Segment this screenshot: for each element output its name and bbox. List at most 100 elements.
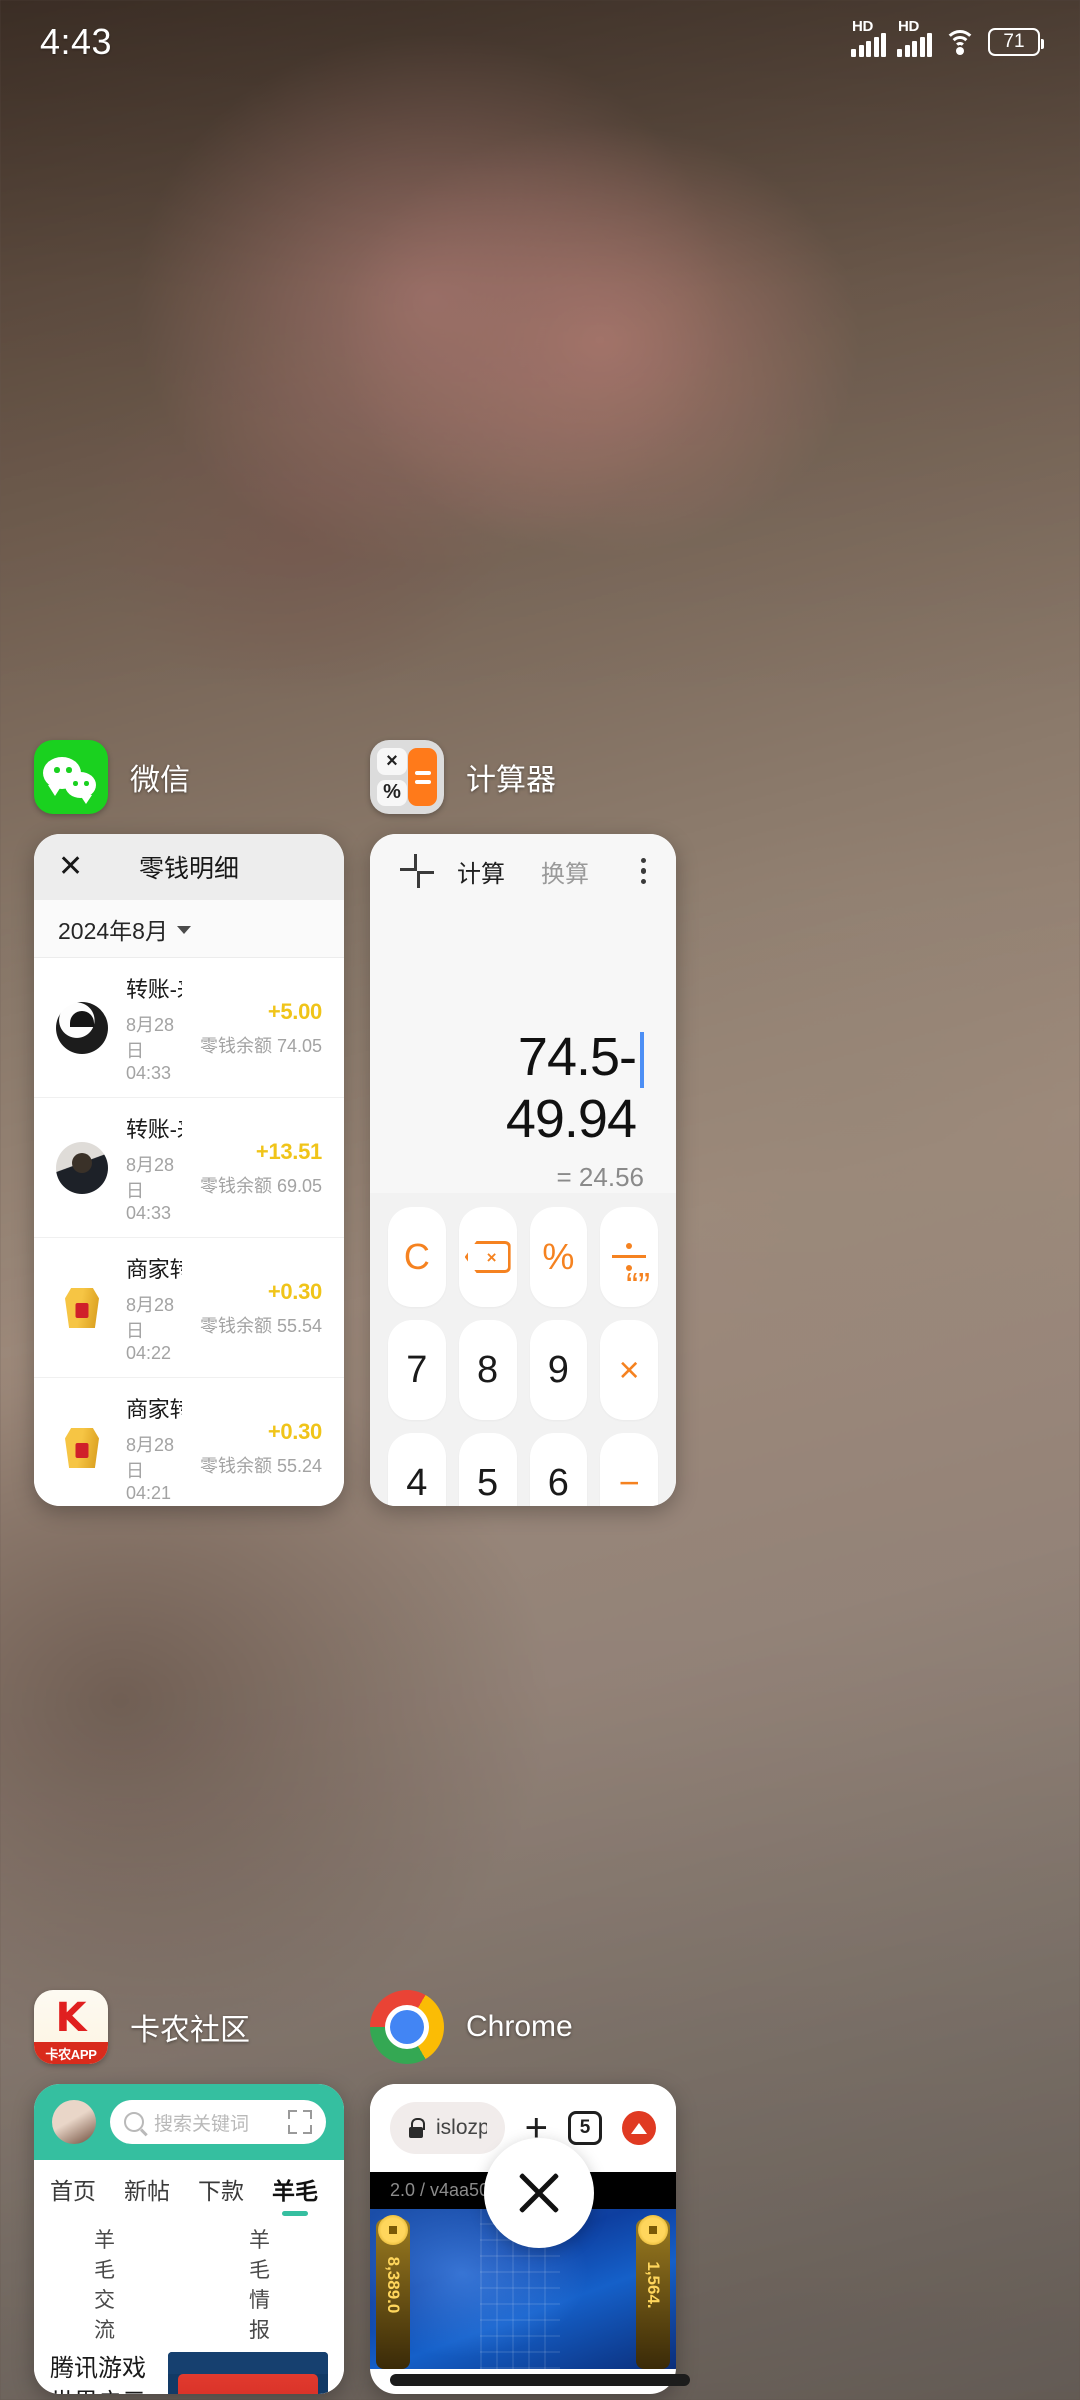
tab-新帖[interactable]: 新帖 xyxy=(124,2172,170,2218)
transaction-title: 商家转账-来自东鹏特饮 xyxy=(126,1397,182,1422)
upload-icon[interactable] xyxy=(622,2111,656,2145)
divide-key[interactable] xyxy=(600,1207,658,1307)
wifi-icon xyxy=(943,28,977,56)
app-header-wechat[interactable]: 微信 xyxy=(34,740,344,814)
tab-calculate[interactable]: 计算 xyxy=(457,854,505,889)
digit-6-key[interactable]: 6 xyxy=(529,1433,588,1506)
recent-app-wechat[interactable]: 微信 ✕ 零钱明细 2024年8月 转账-来自吵到你 8月28日 04:33 +… xyxy=(34,740,344,1506)
minus-key[interactable]: − xyxy=(600,1433,658,1506)
text-cursor xyxy=(640,1032,644,1088)
counter-left-value: 8,389.0 xyxy=(384,2256,403,2314)
counter-left: 8,389.0 xyxy=(376,2215,410,2369)
kanong-card[interactable]: 搜索关键词 首页新帖下款羊毛热帖生活区 羊毛交流 羊毛情报 腾讯游戏世界启元8月… xyxy=(34,2084,344,2394)
tab-下款[interactable]: 下款 xyxy=(198,2172,244,2218)
transaction-amount: +0.30 xyxy=(267,1418,322,1444)
status-icons: HD HD 71 xyxy=(851,18,1044,57)
multiply-key[interactable]: × xyxy=(600,1320,658,1420)
search-input[interactable]: 搜索关键词 xyxy=(110,2100,326,2144)
transaction-amount: +0.30 xyxy=(267,1278,322,1304)
percent-key[interactable]: % xyxy=(529,1207,588,1307)
kanong-icon[interactable]: K 卡农APP xyxy=(34,1990,108,2064)
avatar xyxy=(56,1002,108,1054)
scan-icon[interactable] xyxy=(288,2110,312,2134)
avatar xyxy=(56,1422,108,1474)
app-header-calculator[interactable]: ×% 计算器 xyxy=(370,740,676,814)
table-row[interactable]: 商家转账-来自东鹏特饮 8月28日 04:21 +0.30 零钱余额 55.24 xyxy=(34,1378,344,1506)
month-filter-label: 2024年8月 xyxy=(58,917,168,944)
table-row[interactable]: 商家转账-来自东鹏特饮 8月28日 04:22 +0.30 零钱余额 55.54 xyxy=(34,1238,344,1378)
chrome-icon[interactable] xyxy=(370,1990,444,2064)
transaction-title: 转账-来自三音 xyxy=(126,1117,182,1142)
calculator-keypad: C×%789×456−123+↗↙0. xyxy=(370,1193,676,1506)
status-clock: 4:43 xyxy=(40,21,113,62)
app-label-wechat: 微信 xyxy=(130,764,190,797)
clear-key[interactable]: C xyxy=(388,1207,446,1307)
transaction-amount: +13.51 xyxy=(255,1138,322,1164)
month-filter[interactable]: 2024年8月 xyxy=(34,900,344,958)
backspace-key[interactable]: × xyxy=(458,1207,517,1307)
transaction-balance: 零钱余额 55.24 xyxy=(199,1455,322,1476)
page-title: 零钱明细 xyxy=(138,855,239,883)
transaction-date: 8月28日 04:33 xyxy=(126,1015,175,1083)
table-row[interactable]: 转账-来自吵到你 8月28日 04:33 +5.00 零钱余额 74.05 xyxy=(34,958,344,1098)
search-icon xyxy=(124,2112,144,2132)
digit-5-key[interactable]: 5 xyxy=(458,1433,517,1506)
subtab-yangmao-jiaoliu[interactable]: 羊毛交流 xyxy=(94,2224,129,2344)
transaction-date: 8月28日 04:33 xyxy=(126,1155,175,1223)
digit-7-key[interactable]: 7 xyxy=(388,1320,446,1420)
result-value: = 24.56 xyxy=(556,1162,644,1192)
battery-icon: 71 xyxy=(988,28,1044,56)
recent-app-kanong[interactable]: K 卡农APP 卡农社区 搜索关键词 首页新帖下款羊毛热帖生活区 羊毛交流 羊毛… xyxy=(34,1990,344,2394)
calculator-card[interactable]: 计算 换算 74.5-49.94 = 24.56 C×%789×456−123+… xyxy=(370,834,676,1506)
kanong-logo-band: 卡农APP xyxy=(34,2042,108,2064)
thumb-amount: 4-888元 xyxy=(205,2392,292,2395)
app-header-chrome[interactable]: Chrome xyxy=(370,1990,676,2064)
hd-label: HD xyxy=(898,18,920,35)
digit-4-key[interactable]: 4 xyxy=(388,1433,446,1506)
list-item[interactable]: 腾讯游戏世界启元8月28游戏链接 钱多多1358 186阅读 24分钟前 4-8… xyxy=(34,2344,344,2394)
counter-right: 1,564. xyxy=(636,2215,670,2369)
avatar xyxy=(56,1282,108,1334)
kanong-logo-letter: K xyxy=(55,1995,87,2041)
kanong-header: 搜索关键词 xyxy=(34,2084,344,2160)
app-header-kanong[interactable]: K 卡农APP 卡农社区 xyxy=(34,1990,344,2064)
calculator-display: 74.5-49.94 = 24.56 xyxy=(370,908,676,1193)
avatar[interactable] xyxy=(52,2100,96,2144)
calculator-icon[interactable]: ×% xyxy=(370,740,444,814)
divide-icon xyxy=(612,1242,647,1272)
app-label-chrome: Chrome xyxy=(466,2010,573,2043)
expression-value: 74.5-49.94 xyxy=(402,1026,644,1150)
expression-text: 74.5-49.94 xyxy=(505,1027,637,1149)
chevron-down-icon xyxy=(176,926,191,934)
hd-label: HD xyxy=(852,18,874,35)
transaction-title: 商家转账-来自东鹏特饮 xyxy=(126,1257,182,1282)
digit-8-key[interactable]: 8 xyxy=(458,1320,517,1420)
url-text: islozp.zjuengoc.com/?lang xyxy=(436,2116,487,2139)
tab-羊毛[interactable]: 羊毛 xyxy=(272,2172,318,2218)
lock-icon xyxy=(408,2118,425,2138)
wechat-card[interactable]: ✕ 零钱明细 2024年8月 转账-来自吵到你 8月28日 04:33 +5.0… xyxy=(34,834,344,1506)
app-label-kanong: 卡农社区 xyxy=(130,2014,250,2047)
kanong-subtabs: 羊毛交流 羊毛情报 xyxy=(34,2218,344,2344)
wechat-card-header: ✕ 零钱明细 xyxy=(34,834,344,900)
transaction-balance: 零钱余额 74.05 xyxy=(199,1035,322,1056)
home-indicator[interactable] xyxy=(390,2374,690,2386)
wechat-icon[interactable] xyxy=(34,740,108,814)
kanong-tabs: 首页新帖下款羊毛热帖生活区 xyxy=(34,2160,344,2218)
backspace-icon: × xyxy=(464,1241,511,1273)
recent-app-calculator[interactable]: ×% 计算器 计算 换算 74.5-49.94 = 24.56 C × % 7 … xyxy=(370,740,676,1506)
status-bar: 4:43 HD HD 71 xyxy=(0,0,1080,84)
subtab-yangmao-qingbao[interactable]: 羊毛情报 xyxy=(249,2224,284,2344)
table-row[interactable]: 转账-来自三音 8月28日 04:33 +13.51 零钱余额 69.05 xyxy=(34,1098,344,1238)
hd-signal-icon: HD xyxy=(897,18,932,57)
tab-switcher-button[interactable]: 5 xyxy=(568,2111,602,2145)
app-label-calculator: 计算器 xyxy=(466,764,556,797)
transaction-amount: +5.00 xyxy=(267,998,322,1024)
hd-signal-icon: HD xyxy=(851,18,886,57)
battery-percent: 71 xyxy=(1003,31,1025,52)
tab-convert[interactable]: 换算 xyxy=(541,854,589,889)
close-all-button[interactable] xyxy=(484,2138,594,2248)
tab-首页[interactable]: 首页 xyxy=(50,2172,96,2218)
address-bar[interactable]: islozp.zjuengoc.com/?lang xyxy=(390,2102,505,2154)
digit-9-key[interactable]: 9 xyxy=(529,1320,588,1420)
